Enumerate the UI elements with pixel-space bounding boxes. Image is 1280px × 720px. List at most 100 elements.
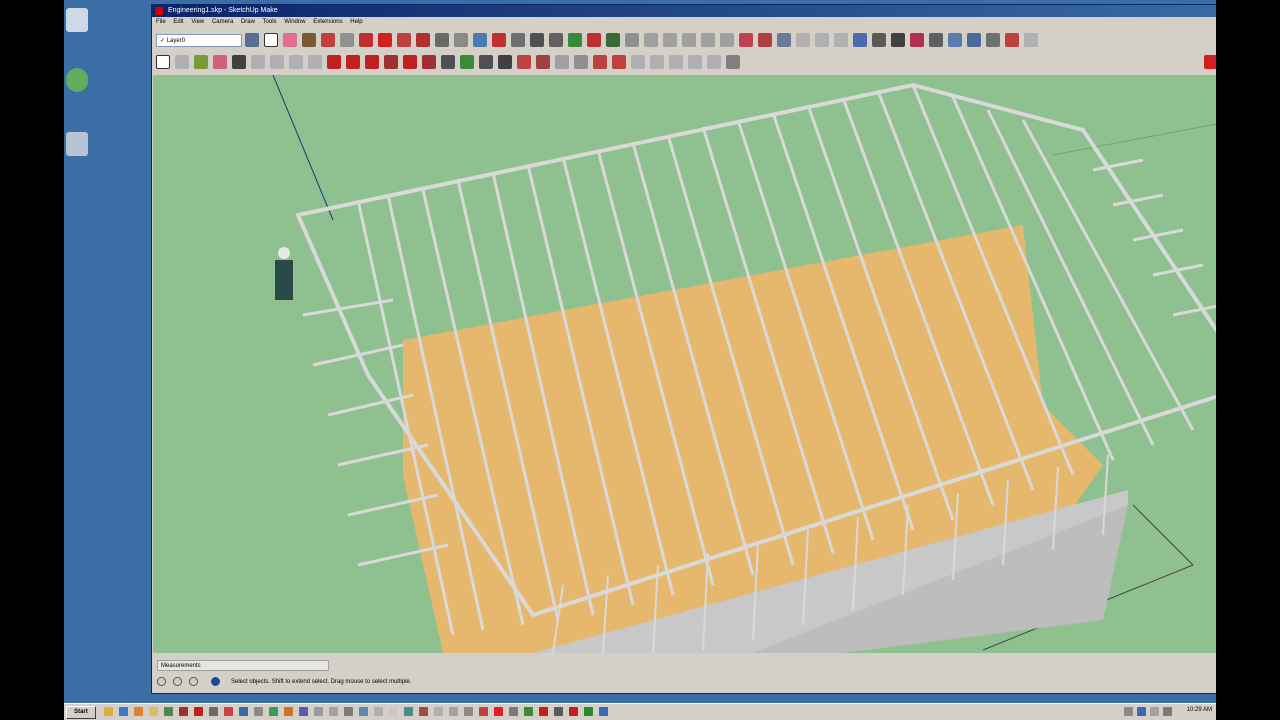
menu-draw[interactable]: Draw: [241, 19, 255, 25]
wireframe-style-icon[interactable]: [758, 33, 772, 47]
taskbar-app4-icon[interactable]: [209, 707, 218, 716]
title-bar[interactable]: Engineering1.skp - SketchUp Make _ □ ×: [152, 5, 1216, 17]
select-tool-icon[interactable]: [264, 33, 278, 47]
tray-icon-2[interactable]: [1137, 707, 1146, 716]
tape-measure-icon[interactable]: [435, 33, 449, 47]
rotate-tool-icon[interactable]: [397, 33, 411, 47]
extension-warehouse-icon[interactable]: [587, 33, 601, 47]
tray-icon-3[interactable]: [1150, 707, 1159, 716]
taskbar-app22-icon[interactable]: [479, 707, 488, 716]
sun-settings-icon[interactable]: [726, 55, 740, 69]
taskbar-app29-icon[interactable]: [584, 707, 593, 716]
move-tool-icon[interactable]: [378, 33, 392, 47]
pie-tool-icon[interactable]: [289, 55, 303, 69]
smoove-icon[interactable]: [536, 55, 550, 69]
line-tool-icon[interactable]: [302, 33, 316, 47]
taskbar-app24-icon[interactable]: [509, 707, 518, 716]
freehand-icon[interactable]: [232, 55, 246, 69]
taskbar-app21-icon[interactable]: [464, 707, 473, 716]
start-button[interactable]: Start: [66, 706, 96, 719]
menu-view[interactable]: View: [191, 19, 204, 25]
sandbox-scratch-icon[interactable]: [517, 55, 531, 69]
taskbar-explorer-icon[interactable]: [104, 707, 113, 716]
taskbar-app11-icon[interactable]: [314, 707, 323, 716]
taskbar-app17-icon[interactable]: [404, 707, 413, 716]
two-point-arc-icon[interactable]: [308, 55, 322, 69]
menu-file[interactable]: File: [156, 19, 166, 25]
fog-toggle-icon[interactable]: [650, 55, 664, 69]
taskbar-app3-icon[interactable]: [194, 707, 203, 716]
polygon-tool-icon[interactable]: [270, 55, 284, 69]
tray-icon-1[interactable]: [1124, 707, 1133, 716]
shaded-style-icon[interactable]: [796, 33, 810, 47]
taskbar-app6-icon[interactable]: [239, 707, 248, 716]
follow-me-icon[interactable]: [346, 55, 360, 69]
text-tool-icon[interactable]: [454, 33, 468, 47]
right-view-icon[interactable]: [682, 33, 696, 47]
taskbar-app9-icon[interactable]: [284, 707, 293, 716]
desktop-recycle-bin-icon[interactable]: [66, 132, 88, 156]
flip-edge-icon[interactable]: [612, 55, 626, 69]
hidden-line-icon[interactable]: [777, 33, 791, 47]
taskbar-app18-icon[interactable]: [419, 707, 428, 716]
taskbar-app26-icon[interactable]: [539, 707, 548, 716]
paint-icon[interactable]: [194, 55, 208, 69]
model-viewport[interactable]: [153, 75, 1216, 653]
layer-manager-icon[interactable]: [245, 33, 259, 47]
taskbar-app8-icon[interactable]: [269, 707, 278, 716]
look-around-icon[interactable]: [967, 33, 981, 47]
credits-icon[interactable]: [173, 677, 182, 686]
taskbar-app-icon[interactable]: [164, 707, 173, 716]
redo-icon[interactable]: [872, 33, 886, 47]
iso-view-icon[interactable]: [625, 33, 639, 47]
menu-tools[interactable]: Tools: [263, 19, 277, 25]
layer-select[interactable]: ✓ Layer0: [156, 33, 242, 47]
warehouse-icon[interactable]: [568, 33, 582, 47]
taskbar-app13-icon[interactable]: [344, 707, 353, 716]
match-photo-icon[interactable]: [669, 55, 683, 69]
taskbar-app23-icon[interactable]: [494, 707, 503, 716]
left-view-icon[interactable]: [720, 33, 734, 47]
taskbar-app30-icon[interactable]: [599, 707, 608, 716]
geo-location-icon[interactable]: [157, 677, 166, 686]
taskbar-app7-icon[interactable]: [254, 707, 263, 716]
section-plane-icon[interactable]: [986, 33, 1000, 47]
eraser-tool-icon[interactable]: [283, 33, 297, 47]
taskbar-app25-icon[interactable]: [524, 707, 533, 716]
orbit-tool-icon[interactable]: [492, 33, 506, 47]
zoom-extents-icon[interactable]: [549, 33, 563, 47]
menu-help[interactable]: Help: [350, 19, 362, 25]
ruby-console-icon[interactable]: [1204, 55, 1216, 69]
taskbar-app27-icon[interactable]: [554, 707, 563, 716]
push-pull-icon[interactable]: [359, 33, 373, 47]
undo-icon[interactable]: [853, 33, 867, 47]
rectangle-tool-icon[interactable]: [340, 33, 354, 47]
front-view-icon[interactable]: [663, 33, 677, 47]
textured-style-icon[interactable]: [815, 33, 829, 47]
menu-camera[interactable]: Camera: [212, 19, 233, 25]
taskbar-app16-icon[interactable]: [389, 707, 398, 716]
protractor-icon[interactable]: [422, 55, 436, 69]
taskbar-media-icon[interactable]: [134, 707, 143, 716]
drape-icon[interactable]: [574, 55, 588, 69]
top-view-icon[interactable]: [644, 33, 658, 47]
taskbar-app10-icon[interactable]: [299, 707, 308, 716]
taskbar-app12-icon[interactable]: [329, 707, 338, 716]
sandbox-from-contours-icon[interactable]: [498, 55, 512, 69]
move-icon[interactable]: [327, 55, 341, 69]
stamp-icon[interactable]: [555, 55, 569, 69]
menu-window[interactable]: Window: [284, 19, 305, 25]
section-cuts-icon[interactable]: [1024, 33, 1038, 47]
paint-bucket-icon[interactable]: [473, 33, 487, 47]
desktop-computer-icon[interactable]: [66, 8, 88, 32]
scale-figure[interactable]: [275, 247, 293, 300]
zoom-tool-icon[interactable]: [530, 33, 544, 47]
display-section-icon[interactable]: [1005, 33, 1019, 47]
taskbar-app2-icon[interactable]: [179, 707, 188, 716]
select-arrow-icon[interactable]: [156, 55, 170, 69]
taskbar-app5-icon[interactable]: [224, 707, 233, 716]
xray-style-icon[interactable]: [739, 33, 753, 47]
back-view-icon[interactable]: [701, 33, 715, 47]
menu-edit[interactable]: Edit: [173, 19, 183, 25]
menu-extensions[interactable]: Extensions: [313, 19, 342, 25]
